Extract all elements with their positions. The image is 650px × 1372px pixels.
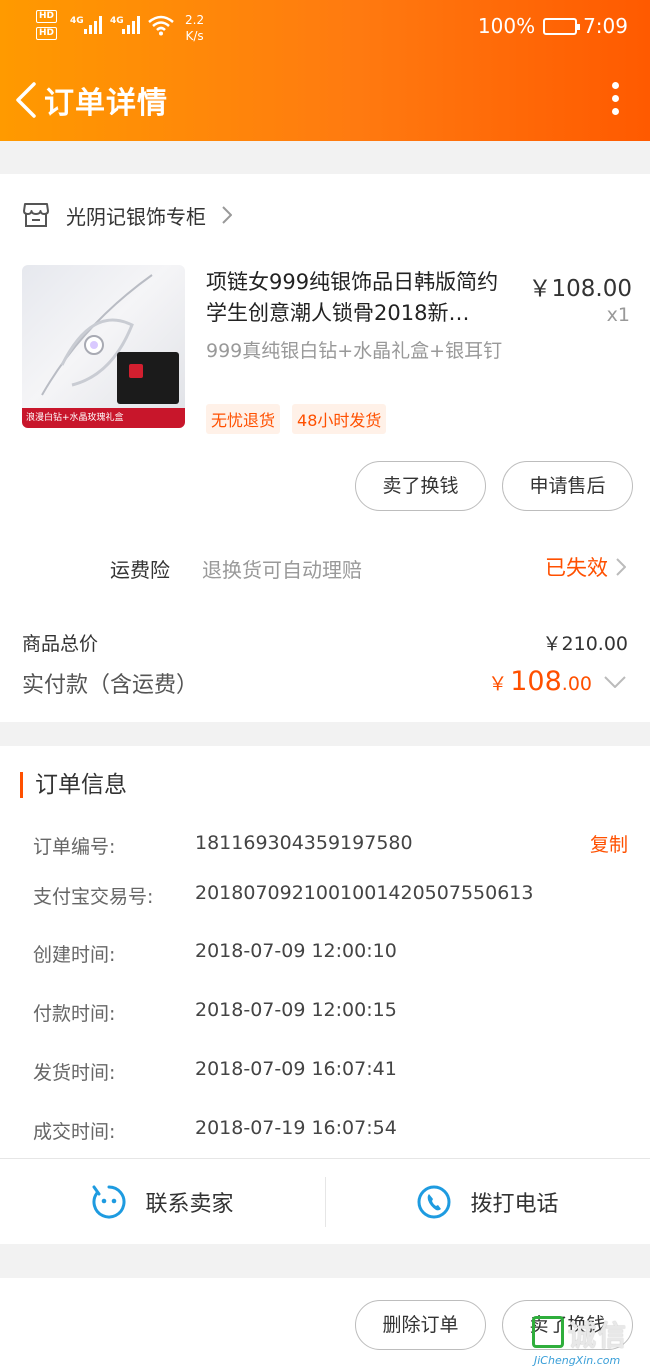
info-value: 2018-07-19 16:07:54 — [195, 1117, 397, 1139]
contact-seller-label: 联系卖家 — [145, 1192, 234, 1217]
goods-total-label: 商品总价 — [22, 633, 99, 655]
back-arrow-icon[interactable] — [12, 80, 40, 120]
watermark-logo — [532, 1316, 564, 1348]
shipping-insurance-label: 运费险 — [110, 558, 170, 582]
insurance-status-text: 已失效 — [545, 556, 608, 580]
phone-icon — [417, 1185, 451, 1219]
shop-name: 光阴记银饰专柜 — [66, 204, 206, 229]
contact-seller-button[interactable]: 联系卖家 — [0, 1159, 325, 1245]
signal-icon — [122, 14, 144, 34]
sim-indicators: HD HD — [36, 10, 58, 44]
image-caption: 浪漫白钻+水晶玫瑰礼盒 — [22, 408, 185, 428]
gift-box-image — [117, 352, 179, 404]
product-sku: 999真纯银白钻+水晶礼盒+银耳钉 — [206, 340, 503, 362]
sell-for-cash-button[interactable]: 卖了换钱 — [355, 461, 486, 511]
product-price: ￥108.00 — [528, 276, 632, 302]
shop-link[interactable]: 光阴记银饰专柜 — [22, 200, 232, 230]
battery-percent: 100% — [477, 14, 536, 38]
chat-face-icon — [92, 1185, 126, 1219]
delete-order-button[interactable]: 删除订单 — [355, 1300, 486, 1350]
network-type-1: 4G — [70, 16, 84, 26]
watermark: 诚信 JiChengXin.com — [532, 1310, 646, 1372]
goods-total-value: ￥210.00 — [542, 633, 628, 655]
info-label: 订单编号: — [33, 836, 116, 858]
signal-icon — [84, 14, 106, 34]
tag-free-return: 无忧退货 — [206, 404, 281, 434]
speed-value: 2.2 — [185, 13, 205, 27]
copy-button[interactable]: 复制 — [590, 830, 628, 857]
nav-bar: 订单详情 — [0, 60, 650, 136]
order-info-card: 订单信息 订单编号: 181169304359197580 复制 支付宝交易号:… — [0, 746, 650, 1244]
info-value: 2018-07-09 16:07:41 — [195, 1058, 397, 1080]
battery-icon — [543, 17, 581, 35]
info-label: 创建时间: — [33, 944, 116, 966]
info-value: 2018-07-09 12:00:15 — [195, 999, 397, 1021]
watermark-domain: JiChengXin.com — [534, 1354, 621, 1367]
more-dots-icon[interactable] — [612, 82, 620, 116]
paid-integer: 108 — [510, 666, 562, 697]
chevron-down-icon[interactable] — [604, 676, 626, 688]
contact-bar: 联系卖家 拨打电话 — [0, 1158, 650, 1244]
product-image[interactable]: 浪漫白钻+水晶玫瑰礼盒 — [22, 265, 185, 428]
product-quantity: x1 — [606, 304, 630, 326]
product-title[interactable]: 项链女999纯银饰品日韩版简约学生创意潮人锁骨2018新… — [206, 267, 516, 329]
order-item-card: 光阴记银饰专柜 浪漫白钻+水晶玫瑰礼盒 项链女999纯银饰品日韩版简约学生创意潮… — [0, 174, 650, 722]
wifi-icon — [148, 15, 174, 36]
page-title: 订单详情 — [44, 86, 168, 121]
app-header: HD HD 4G 4G 2.2 K/s 100% 7:09 订单详情 — [0, 0, 650, 141]
paid-currency: ￥ — [488, 673, 508, 695]
call-phone-button[interactable]: 拨打电话 — [325, 1159, 650, 1245]
speed-unit: K/s — [185, 29, 204, 43]
info-label: 付款时间: — [33, 1003, 116, 1025]
info-label: 成交时间: — [33, 1121, 116, 1143]
info-label: 支付宝交易号: — [33, 886, 154, 908]
info-value: 181169304359197580 — [195, 832, 413, 854]
call-phone-label: 拨打电话 — [470, 1192, 559, 1217]
network-speed: 2.2 K/s — [185, 12, 204, 44]
service-tags: 无忧退货 48小时发货 — [206, 404, 398, 434]
section-title: 订单信息 — [20, 772, 127, 798]
hd-badge-2: HD — [36, 27, 58, 40]
paid-amount-label: 实付款（含运费） — [22, 673, 199, 698]
clock: 7:09 — [583, 14, 628, 38]
status-bar: HD HD 4G 4G 2.2 K/s 100% 7:09 — [0, 0, 650, 56]
hd-badge-1: HD — [36, 10, 58, 23]
info-value: 2018070921001001420507550613 — [195, 882, 534, 904]
shipping-insurance-status[interactable]: 已失效 — [545, 552, 626, 582]
info-value: 2018-07-09 12:00:10 — [195, 940, 397, 962]
info-label: 发货时间: — [33, 1062, 116, 1084]
store-icon — [23, 203, 49, 227]
shipping-insurance-desc: 退换货可自动理赔 — [202, 558, 362, 582]
paid-decimal: .00 — [561, 673, 592, 695]
chevron-right-icon — [222, 206, 232, 224]
tag-48h-shipping: 48小时发货 — [292, 404, 387, 434]
chevron-right-icon — [616, 558, 626, 576]
watermark-text: 诚信 — [568, 1319, 629, 1352]
status-right: 100% 7:09 — [478, 14, 628, 38]
paid-amount-value: ￥ 108 .00 — [488, 666, 592, 697]
after-sales-button[interactable]: 申请售后 — [502, 461, 633, 511]
